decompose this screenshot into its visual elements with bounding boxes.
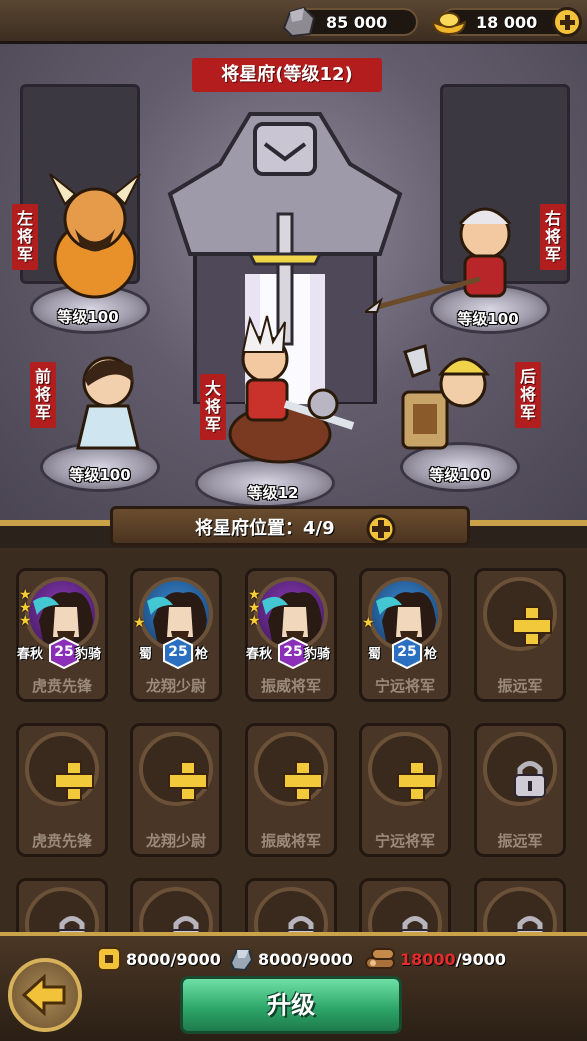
hero-unit: 枪 — [195, 647, 209, 662]
hero-level-front: 等级100 — [69, 466, 131, 484]
slot-title: 振远军 — [497, 677, 543, 695]
hero-unit: 豹骑 — [75, 647, 102, 662]
back-arrow-icon — [21, 973, 66, 1017]
stone-icon — [282, 6, 316, 38]
hero-level-left: 等级100 — [57, 308, 119, 326]
add-gold-button[interactable] — [552, 7, 582, 37]
hero-slot-1[interactable]: ★ ★ ★ 25 春秋 豹骑 虎贲先锋 — [16, 568, 108, 702]
hero-slot-4[interactable]: ★ 25 蜀 枪 宁远将军 — [359, 568, 451, 702]
back-button[interactable] — [8, 958, 82, 1032]
hero-level-rear: 等级100 — [429, 466, 491, 484]
mansion-title-banner: 将星府(等级12) — [192, 58, 382, 92]
add-hero-icon — [397, 761, 437, 801]
role-flag-right: 右将军 — [540, 204, 566, 270]
add-position-button[interactable] — [366, 514, 396, 544]
slot-title: 宁远将军 — [374, 832, 435, 850]
star-rating: ★ — [362, 615, 375, 631]
locked-slot-row3-2[interactable] — [130, 878, 222, 936]
hero-faction: 春秋 — [17, 647, 44, 662]
star-rating: ★ — [133, 615, 146, 631]
star-rating: ★ ★ ★ — [248, 587, 261, 629]
gold-ingot-icon — [431, 12, 467, 36]
role-flag-left: 左将军 — [12, 204, 38, 270]
upgrade-panel: 8000/9000 8000/9000 18000/9000 升级 — [0, 936, 587, 1041]
hero-slot-6[interactable]: 虎贲先锋 — [16, 723, 108, 857]
role-flag-rear: 后将军 — [515, 362, 541, 428]
hero-faction: 蜀 — [368, 647, 382, 662]
hero-grand-general[interactable] — [205, 314, 355, 474]
locked-slot-frame — [483, 887, 557, 936]
role-flag-front: 前将军 — [30, 362, 56, 428]
locked-slot-row3-3[interactable] — [245, 878, 337, 936]
locked-slot-frame — [25, 887, 99, 936]
hero-level: 25 — [397, 644, 417, 660]
empty-slot-frame — [25, 732, 99, 806]
stone-resource: 85 000 — [282, 6, 418, 38]
empty-slot-frame — [368, 732, 442, 806]
slot-title: 虎贲先锋 — [31, 677, 92, 695]
lock-icon — [514, 761, 546, 798]
hero-unit: 豹骑 — [304, 647, 331, 662]
gold-resource: 18 000 — [431, 7, 582, 37]
hero-slot-grid: ★ ★ ★ 25 春秋 豹骑 虎贲先锋 ★ 25 蜀 枪 龙翔少尉 ★ ★ ★ … — [0, 548, 587, 936]
slot-title: 虎贲先锋 — [31, 832, 92, 850]
role-flag-center: 大将军 — [200, 374, 226, 440]
hero-slot-2[interactable]: ★ 25 蜀 枪 龙翔少尉 — [130, 568, 222, 702]
add-hero-icon — [54, 761, 94, 801]
hero-slot-7[interactable]: 龙翔少尉 — [130, 723, 222, 857]
gold-cost: 8000/9000 — [126, 950, 221, 969]
general-mansion-scene: 将星府(等级12) 左将军 等级100 右将军 等级100 前将军 等级100 … — [0, 44, 587, 520]
hero-faction: 春秋 — [246, 647, 273, 662]
empty-slot-frame — [483, 577, 557, 651]
gold-coin-icon — [97, 947, 121, 971]
position-bar: 将星府位置：4/9 — [0, 500, 587, 548]
slot-title: 宁远将军 — [374, 677, 435, 695]
locked-slot-frame — [139, 887, 213, 936]
position-count: 将星府位置：4/9 — [195, 518, 335, 539]
iron-cost: 8000/9000 — [258, 950, 353, 969]
locked-slot-row3-5[interactable] — [474, 878, 566, 936]
slot-title: 振威将军 — [260, 677, 321, 695]
locked-slot-row3-1[interactable] — [16, 878, 108, 936]
add-hero-icon — [512, 606, 552, 646]
hero-slot-9[interactable]: 宁远将军 — [359, 723, 451, 857]
iron-icon — [229, 949, 254, 972]
hero-unit: 枪 — [424, 647, 438, 662]
slot-title: 龙翔少尉 — [145, 677, 206, 695]
hero-level: 25 — [168, 644, 188, 660]
locked-slot-row3-4[interactable] — [359, 878, 451, 936]
slot-title: 振威将军 — [260, 832, 321, 850]
add-hero-icon — [168, 761, 208, 801]
hero-slot-10[interactable]: 振远军 — [474, 723, 566, 857]
hero-left-general[interactable] — [40, 164, 150, 304]
locked-slot-frame — [368, 887, 442, 936]
add-hero-icon — [283, 761, 323, 801]
hero-level-right: 等级100 — [457, 310, 519, 328]
empty-slot-frame — [139, 732, 213, 806]
locked-slot-frame — [254, 887, 328, 936]
locked-slot-frame — [483, 732, 557, 806]
upgrade-button[interactable]: 升级 — [180, 976, 402, 1034]
hero-slot-3[interactable]: ★ ★ ★ 25 春秋 豹骑 振威将军 — [245, 568, 337, 702]
hero-slot-8[interactable]: 振威将军 — [245, 723, 337, 857]
resource-bar: 85 000 18 000 — [0, 0, 587, 44]
slot-title: 振远军 — [497, 832, 543, 850]
gold-amount: 18 000 — [476, 13, 538, 32]
slot-title: 龙翔少尉 — [145, 832, 206, 850]
empty-slot-frame — [254, 732, 328, 806]
hero-rear-general[interactable] — [395, 342, 505, 452]
wood-cost: 18000/9000 — [400, 950, 507, 969]
hero-slot-5[interactable]: 振远军 — [474, 568, 566, 702]
hero-faction: 蜀 — [139, 647, 153, 662]
hero-front-general[interactable] — [58, 344, 158, 454]
wood-icon — [365, 948, 395, 969]
star-rating: ★ ★ ★ — [19, 587, 32, 629]
stone-amount: 85 000 — [326, 13, 388, 32]
